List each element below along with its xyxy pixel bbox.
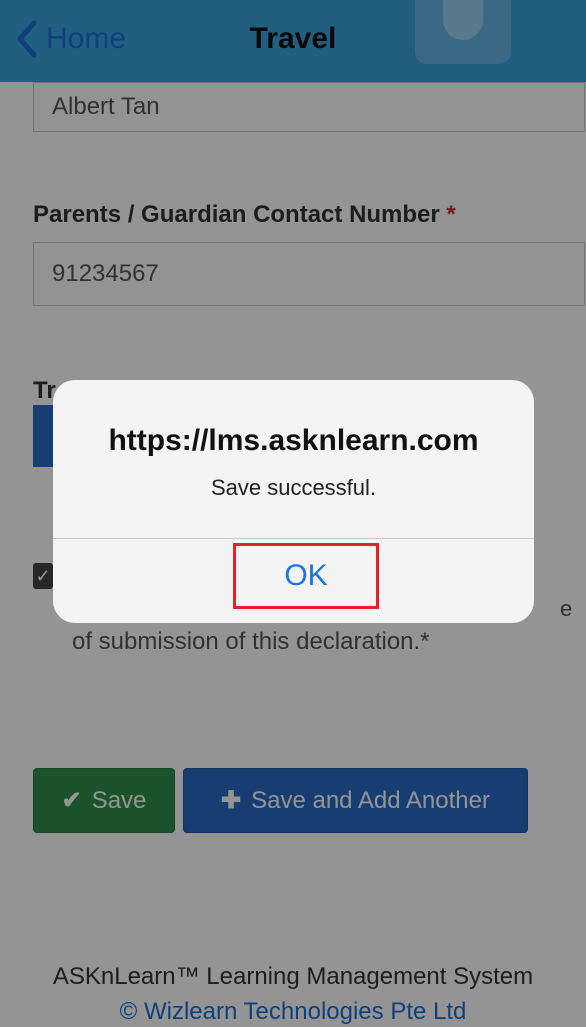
alert-divider	[53, 538, 534, 539]
ok-button[interactable]: OK	[233, 543, 379, 609]
alert-dialog: https://lms.asknlearn.com Save successfu…	[53, 380, 534, 623]
alert-message: Save successful.	[210, 475, 377, 500]
alert-title: https://lms.asknlearn.com	[108, 424, 479, 457]
